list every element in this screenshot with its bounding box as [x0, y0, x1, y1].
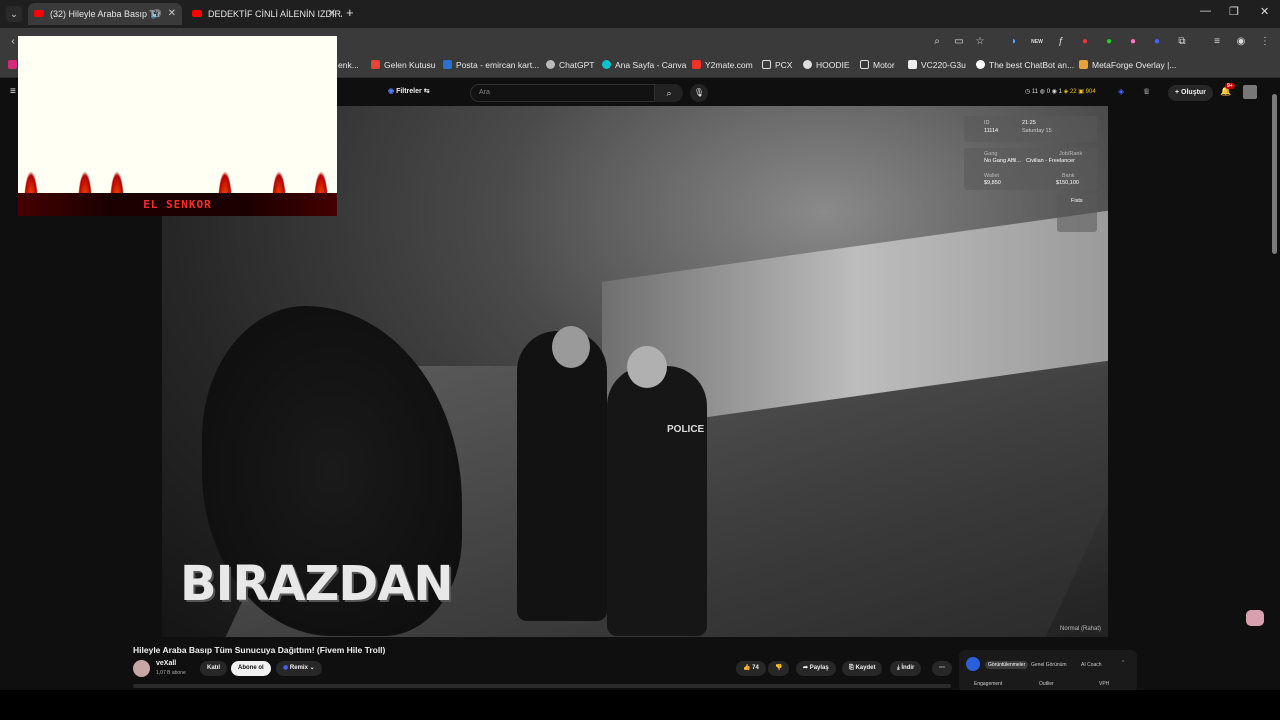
microphone-icon[interactable]: 🎙	[690, 84, 708, 102]
bookmark-item[interactable]: Posta - emircan kart...	[443, 60, 539, 70]
video-character	[607, 366, 707, 636]
tab-overview[interactable]: Genel Görünüm	[1031, 662, 1067, 668]
extension-icon[interactable]: ●	[1078, 35, 1092, 49]
overlay-title: EL SENKOR	[143, 198, 212, 211]
channel-name[interactable]: veXall	[156, 660, 176, 667]
bookmark-folder[interactable]: PCX	[762, 60, 792, 70]
column-engagement: Engagement	[974, 681, 1003, 687]
notification-badge: 9+	[1225, 83, 1235, 89]
extension-icon[interactable]: ●	[1102, 35, 1116, 49]
extension-icon[interactable]: ●	[1126, 35, 1140, 49]
bookmark-item[interactable]: ChatGPT	[546, 60, 594, 70]
video-character-head	[552, 326, 590, 368]
maximize-button[interactable]: ❐	[1229, 5, 1239, 18]
extension-logo-icon	[966, 657, 980, 671]
youtube-icon	[192, 10, 202, 17]
tab-title: (32) Hileyle Araba Basıp Tü	[50, 9, 160, 19]
avatar[interactable]	[1243, 85, 1257, 99]
bell-icon[interactable]: 🔔 9+	[1220, 83, 1235, 97]
extension-icon[interactable]: ●	[1150, 35, 1164, 49]
speaker-icon[interactable]: 🔊	[151, 3, 162, 25]
bookmark-item[interactable]: Gelen Kutusu	[371, 60, 436, 70]
tab-list-icon[interactable]: ≡	[1210, 35, 1224, 49]
hud-id-panel: ID 11114 21:25 Saturday 15	[964, 116, 1097, 142]
trophy-icon[interactable]: ♕	[1143, 87, 1150, 96]
menu-icon[interactable]: ⋮	[1258, 35, 1272, 49]
hud-job-panel: Gang No Gang Affil... Job/Rank Civilian …	[964, 148, 1097, 190]
filters-button[interactable]: ◉ Filtreler ⇆	[388, 87, 430, 95]
bookmark-item[interactable]: MetaForge Overlay |...	[1079, 60, 1176, 70]
subscriber-count: 1,07 B abone	[156, 670, 186, 676]
save-button[interactable]: ⎘ Kaydet	[842, 661, 883, 676]
chevron-up-icon[interactable]: ⌃	[1121, 660, 1125, 666]
description-bar[interactable]	[133, 684, 951, 688]
remix-icon: ◉	[283, 665, 290, 671]
stream-overlay: EL SENKOR	[18, 36, 337, 216]
create-button[interactable]: + Oluştur	[1168, 85, 1213, 101]
download-button[interactable]: ⤓ İndir	[890, 661, 922, 676]
tab-video[interactable]: (32) Hileyle Araba Basıp Tü 🔊 ✕	[28, 3, 182, 25]
close-icon[interactable]: ✕	[168, 3, 176, 25]
more-button[interactable]: ⋯	[932, 661, 952, 676]
column-vph: VPH	[1099, 681, 1110, 687]
page-scrollbar[interactable]	[1272, 82, 1277, 688]
like-button[interactable]: 👍 74	[736, 661, 766, 676]
column-outlier: Outlier	[1039, 681, 1054, 687]
subscribe-button[interactable]: Abone ol	[231, 661, 271, 676]
tab-strip: ⌄ (32) Hileyle Araba Basıp Tü 🔊 ✕ DEDEKT…	[0, 0, 1280, 28]
close-icon[interactable]: ✕	[328, 3, 336, 25]
tab-title: DEDEKTİF CİNLİ AİLENİN IZDIRA	[208, 9, 342, 19]
police-label: POLICE	[667, 424, 705, 435]
bookmark-item[interactable]: VC220-G3u	[908, 60, 966, 70]
dislike-button[interactable]: 👎	[768, 661, 790, 676]
puzzle-icon[interactable]: ⧉	[1175, 35, 1189, 49]
quality-label: Normal (Rahat)	[1060, 626, 1102, 632]
youtube-icon	[34, 10, 44, 17]
bookmark-item[interactable]: The best ChatBot an...	[976, 60, 1074, 70]
hud-weapon-panel: Fists	[1057, 194, 1097, 232]
hamburger-icon[interactable]: ≡	[10, 86, 16, 97]
extension-icon[interactable]: ƒ	[1054, 35, 1068, 49]
minimize-button[interactable]: —	[1200, 5, 1211, 17]
star-icon[interactable]: ☆	[973, 35, 987, 49]
join-button[interactable]: Katıl	[200, 661, 228, 676]
search-icon[interactable]: ⌕	[655, 84, 683, 102]
bookmark-item[interactable]: Y2mate.com	[692, 60, 753, 70]
video-character	[517, 331, 607, 621]
creator-stats: ◷ 11 ◍ 0 ◉ 1 ◈ 22 ▣ 904	[1025, 89, 1096, 95]
video-caption: BIRAZDAN	[180, 556, 454, 612]
floating-avatar[interactable]	[1246, 610, 1264, 626]
tab-search-button[interactable]: ⌄	[6, 6, 22, 22]
install-icon[interactable]: ▭	[952, 35, 966, 49]
bookmark-item[interactable]: enk...	[338, 60, 359, 70]
tab-ai-coach[interactable]: AI Coach	[1081, 662, 1102, 668]
scrollbar-thumb[interactable]	[1272, 94, 1277, 254]
tab-views[interactable]: Görüntülenmeler	[985, 661, 1029, 669]
bookmark-item[interactable]: HOODIE	[803, 60, 850, 70]
filter-icon: ◉	[388, 88, 397, 95]
tab-second[interactable]: DEDEKTİF CİNLİ AİLENİN IZDIRA ✕	[186, 3, 342, 25]
new-tab-button[interactable]: +	[346, 5, 354, 20]
remix-button[interactable]: ◉ Remix ⌄	[276, 661, 322, 676]
share-button[interactable]: ➦ Paylaş	[796, 661, 836, 676]
analytics-panel: Görüntülenmeler Genel Görünüm AI Coach ⌃…	[959, 650, 1137, 692]
bookmark-item[interactable]: Ana Sayfa - Canva	[602, 60, 686, 70]
profile-icon[interactable]: ◉	[1234, 35, 1248, 49]
video-title: Hileyle Araba Basıp Tüm Sunucuya Dağıttı…	[133, 645, 386, 655]
channel-avatar[interactable]	[133, 660, 150, 677]
thumbs-up-icon: 👍	[743, 665, 753, 671]
extension-icon[interactable]: ◈	[1118, 87, 1124, 96]
close-window-button[interactable]: ✕	[1260, 5, 1269, 18]
share-icon: ➦	[803, 665, 810, 671]
extension-icon[interactable]: ◗	[1007, 35, 1021, 49]
os-taskbar	[0, 690, 1280, 720]
bookmark-folder[interactable]: Motor	[860, 60, 895, 70]
zoom-icon[interactable]: ⌕	[930, 35, 944, 49]
search-input[interactable]: Ara	[470, 84, 655, 102]
thumbs-down-icon: 👎	[775, 665, 783, 671]
video-character-head	[627, 346, 667, 388]
extension-new-icon[interactable]: NEW	[1030, 35, 1044, 49]
